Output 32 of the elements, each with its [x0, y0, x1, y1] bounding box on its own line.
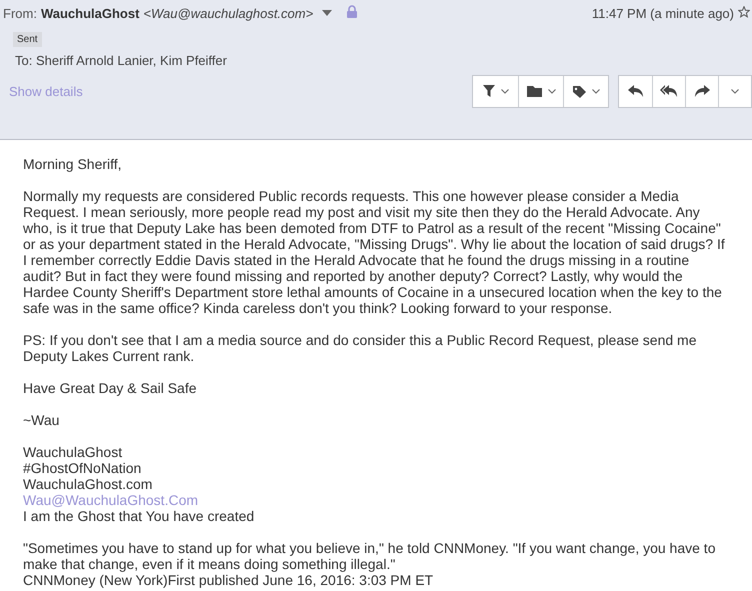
- body-text: Morning Sheriff,: [23, 156, 123, 172]
- reply-all-icon: [660, 85, 678, 98]
- sender-name[interactable]: WauchulaGhost: [40, 6, 140, 20]
- body-text: PS: If you don't see that I am a media source and do consider this a Public Record Request, please send me Deputy Lakes Current rank.: [23, 332, 698, 364]
- caret-icon: [500, 89, 508, 94]
- from-label: From:: [3, 6, 37, 20]
- recipients-line: To: Sheriff Arnold Lanier, Kim Pfeiffer: [15, 53, 227, 68]
- body-text: CNNMoney (New York)First published June 16, 2016: 3:03 PM ET: [23, 572, 434, 588]
- forward-icon: [694, 85, 710, 98]
- body-text: #GhostOfNoNation: [23, 460, 142, 476]
- body-text: ~Wau: [23, 412, 60, 428]
- message-time: 11:47 PM (a minute ago): [592, 6, 734, 20]
- caret-icon[interactable]: [322, 10, 332, 16]
- body-text: WauchulaGhost.com: [23, 476, 154, 492]
- folder-icon: [526, 86, 542, 97]
- caret-icon: [592, 89, 600, 94]
- body-text: "Sometimes you have to stand up for what you believe in," he told CNNMoney. "If you want change, you have to make that change, even if it means doing something illegal.": [23, 540, 716, 572]
- lock-icon: [346, 5, 358, 18]
- body-text: Normally my requests are considered Public records requests. This one however please consider a Media Request. I mean seriously, more people read my post and visit my site then they do the Herald Advocate. Any who, is it true that Deputy Lake has been demoted from DTF to Patrol as a result of the recent "Missing Cocaine" or as your department stated in the Herald Advocate, "Missing Drugs". Why lie about the location of said drugs? If I remember correctly Eddie Davis stated in the Herald Advocate that he found the drugs missing in a routine audit? But in fact they were found missing and reported by another deputy? Correct? Lastly, why would the Hardee County Sheriff's Department store lethal amounts of Cocaine in a unsecured location when the key to the safe was in the same office? Kinda careless don't you think? Looking forward to your response.: [23, 188, 726, 316]
- email-link[interactable]: Wau@WauchulaGhost.Com: [23, 492, 198, 508]
- reply-icon: [628, 85, 644, 98]
- star-icon[interactable]: [738, 6, 750, 18]
- show-details-link[interactable]: Show details: [3, 84, 83, 99]
- sent-tag: Sent: [13, 32, 42, 47]
- caret-icon: [548, 89, 556, 94]
- filter-icon: [482, 85, 494, 98]
- body-text: Have Great Day & Sail Safe: [23, 380, 198, 396]
- tag-icon: [572, 86, 586, 98]
- body-text: I am the Ghost that You have created: [23, 508, 256, 524]
- body-text: WauchulaGhost: [23, 444, 124, 460]
- sender-email: <Wau@wauchulaghost.com>: [143, 6, 314, 20]
- caret-icon: [731, 89, 739, 94]
